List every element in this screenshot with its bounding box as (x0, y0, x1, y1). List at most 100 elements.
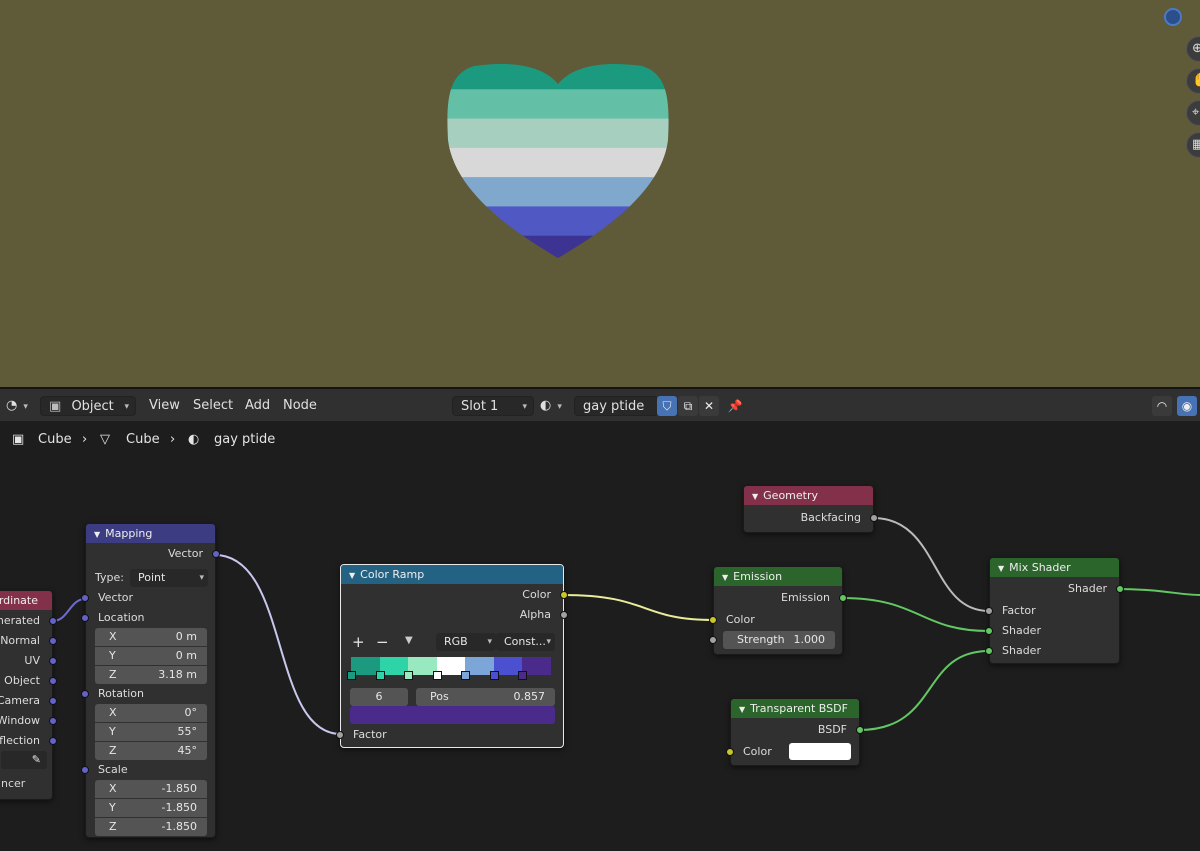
mapping-node[interactable]: ▼ Mapping Vector Type: Point ▾ Vector Loca… (81, 523, 220, 838)
menu-add[interactable]: Add (245, 396, 270, 416)
ramp-stop-marker[interactable] (375, 671, 385, 680)
object-mode-dropdown[interactable]: ▣ Object ▾ (40, 396, 136, 416)
color-ramp-node[interactable]: ▼ Color Ramp Color Alpha + − ▼ RGB ▾ Const… (336, 564, 568, 748)
input-rotation: Rotation (81, 684, 215, 704)
chevron-down-icon[interactable]: ▼ (722, 573, 728, 582)
slot-dropdown[interactable]: Slot 1 ▾ (452, 396, 534, 416)
socket[interactable] (336, 731, 344, 739)
socket[interactable] (49, 697, 57, 705)
scale-z-field[interactable]: Z -1.850 (95, 818, 207, 836)
snapping-icon[interactable]: ◉ (1177, 396, 1197, 416)
socket[interactable] (560, 591, 568, 599)
transparent-bsdf-node[interactable]: ▼ Transparent BSDF BSDF Color (726, 698, 864, 766)
navigation-gizmo-dot[interactable] (1164, 8, 1182, 26)
emission-node[interactable]: ▼ Emission Emission Color Strength 1.000 (709, 566, 847, 655)
socket[interactable] (1116, 585, 1124, 593)
color-mode-dropdown[interactable]: RGB ▾ (436, 633, 496, 651)
socket[interactable] (870, 514, 878, 522)
scale-x-field[interactable]: X -1.850 (95, 780, 207, 798)
socket[interactable] (49, 737, 57, 745)
material-name-field[interactable]: gay ptide (574, 396, 658, 416)
node-header[interactable]: ▼ Emission (714, 567, 842, 586)
chevron-down-icon[interactable]: ▼ (752, 492, 758, 501)
location-z-field[interactable]: Z 3.18 m (95, 666, 207, 684)
strength-field[interactable]: Strength 1.000 (723, 631, 835, 649)
menu-view[interactable]: View (149, 396, 180, 416)
socket[interactable] (985, 647, 993, 655)
link-colorramp-emission (562, 594, 715, 621)
type-dropdown[interactable]: Point ▾ (130, 569, 208, 587)
socket[interactable] (81, 614, 89, 622)
color-ramp-stop-markers[interactable] (347, 671, 551, 685)
node-header[interactable]: ▼ Mapping (86, 524, 215, 543)
ramp-stop-marker[interactable] (518, 671, 528, 680)
chevron-down-icon[interactable]: ▼ (739, 705, 745, 714)
pin-icon[interactable]: 📌 (725, 396, 745, 416)
ramp-stop-marker[interactable] (432, 671, 442, 680)
chevron-down-icon[interactable]: ▼ (349, 571, 355, 580)
material-browse-icon[interactable]: ◐ ▾ (540, 396, 562, 416)
remove-stop-minus-icon[interactable]: − (376, 633, 389, 651)
zoom-tool-icon[interactable]: ⊕ (1186, 36, 1200, 62)
socket[interactable] (81, 594, 89, 602)
ramp-stop-marker[interactable] (489, 671, 499, 680)
node-header[interactable]: ▼ Mix Shader (990, 558, 1119, 577)
socket[interactable] (212, 550, 220, 558)
scale-y-field[interactable]: Y -1.850 (95, 799, 207, 817)
socket[interactable] (856, 726, 864, 734)
mix-shader-node[interactable]: ▼ Mix Shader Shader Factor Shader Shader (985, 557, 1124, 664)
socket[interactable] (49, 717, 57, 725)
add-stop-plus-icon[interactable]: + (352, 633, 365, 651)
active-stop-color-swatch[interactable] (350, 706, 555, 724)
ramp-stop-marker[interactable] (404, 671, 414, 680)
chevron-down-icon[interactable]: ▼ (998, 564, 1004, 573)
active-stop-index-field[interactable]: 6 (350, 688, 408, 706)
location-y-field[interactable]: Y0 m (95, 647, 207, 665)
rotation-x-field[interactable]: X 0° (95, 704, 207, 722)
socket[interactable] (985, 607, 993, 615)
editor-type-icon[interactable]: ◔ ▾ (6, 396, 28, 416)
node-header[interactable]: ▼ Color Ramp (341, 565, 563, 584)
ramp-menu-chevron-down-icon[interactable]: ▼ (405, 635, 413, 646)
socket[interactable] (49, 617, 57, 625)
eyedropper-icon[interactable]: ✎ (32, 751, 41, 769)
socket[interactable] (709, 636, 717, 644)
socket[interactable] (49, 637, 57, 645)
pan-hand-icon[interactable]: ✋ (1186, 68, 1200, 94)
overlay-icon[interactable]: ◠ (1152, 396, 1172, 416)
socket[interactable] (726, 748, 734, 756)
socket[interactable] (985, 627, 993, 635)
chevron-down-icon[interactable]: ▼ (94, 530, 100, 539)
interpolation-dropdown[interactable]: Const... ▾ (496, 633, 555, 651)
socket[interactable] (49, 657, 57, 665)
node-header[interactable]: ▼ Geometry (744, 486, 873, 505)
socket[interactable] (709, 616, 717, 624)
node-canvas[interactable]: ordinate enerated Normal UV Object Camer… (0, 452, 1200, 851)
rotation-y-field[interactable]: Y 55° (95, 723, 207, 741)
menu-select[interactable]: Select (193, 396, 233, 416)
grid-view-icon[interactable]: ▦ (1186, 132, 1200, 158)
node-header[interactable]: ▼ Transparent BSDF (731, 699, 859, 718)
3d-viewport[interactable]: ⊕ ✋ ⌖ ▦ (0, 0, 1200, 387)
socket[interactable] (560, 611, 568, 619)
socket[interactable] (81, 766, 89, 774)
fake-user-shield-icon[interactable]: ⛉ (657, 396, 677, 416)
socket[interactable] (839, 594, 847, 602)
ramp-stop-marker[interactable] (461, 671, 471, 680)
object-picker-field[interactable]: ✎ (1, 751, 47, 769)
texture-coordinate-node[interactable]: ordinate enerated Normal UV Object Camer… (0, 590, 57, 800)
color-swatch[interactable] (789, 743, 851, 760)
geometry-node[interactable]: ▼ Geometry Backfacing (743, 485, 878, 533)
node-header[interactable]: ordinate (0, 591, 52, 610)
stop-position-field[interactable]: Pos 0.857 (416, 688, 555, 706)
camera-view-icon[interactable]: ⌖ (1186, 100, 1200, 126)
socket[interactable] (49, 677, 57, 685)
heart-object[interactable] (440, 60, 676, 265)
location-x-field[interactable]: X0 m (95, 628, 207, 646)
menu-node[interactable]: Node (283, 396, 317, 416)
duplicate-material-icon[interactable]: ⧉ (678, 396, 698, 416)
socket[interactable] (81, 690, 89, 698)
unlink-material-close-icon[interactable]: ✕ (699, 396, 719, 416)
rotation-z-field[interactable]: Z 45° (95, 742, 207, 760)
ramp-stop-marker[interactable] (347, 671, 356, 680)
